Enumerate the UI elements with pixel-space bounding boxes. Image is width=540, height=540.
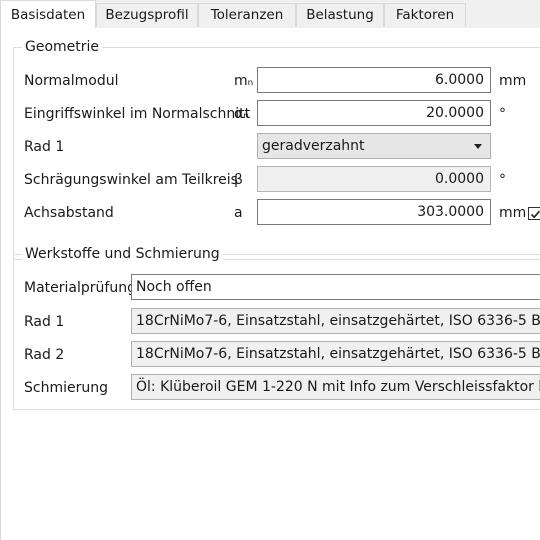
tab-bezugsprofil[interactable]: Bezugsprofil: [96, 3, 198, 27]
eingriffswinkel-unit: °: [499, 106, 506, 122]
rad1-verzahnung-select[interactable]: geradverzahnt: [257, 133, 491, 159]
werkstoffe-group-title: Werkstoffe und Schmierung: [22, 245, 223, 263]
normalmodul-unit: mm: [499, 73, 527, 89]
normalmodul-input[interactable]: 6.0000: [257, 67, 491, 93]
schraegungswinkel-input: 0.0000: [257, 166, 491, 192]
eingriffswinkel-input[interactable]: 20.0000: [257, 100, 491, 126]
achsabstand-symbol: a: [234, 205, 243, 221]
schraegungswinkel-label: Schrägungswinkel am Teilkreis: [24, 172, 238, 188]
tab-basisdaten[interactable]: Basisdaten: [0, 0, 96, 29]
werkstoff-rad1-field[interactable]: 18CrNiMo7-6, Einsatzstahl, einsatzgehärt…: [131, 308, 540, 334]
schmierung-label: Schmierung: [24, 380, 108, 396]
geometrie-group-title: Geometrie: [22, 38, 103, 56]
tab-toleranzen[interactable]: Toleranzen: [198, 3, 296, 27]
achsabstand-input[interactable]: 303.0000: [257, 199, 491, 225]
rad1-verzahnung-label: Rad 1: [24, 139, 65, 155]
normalmodul-symbol: mₙ: [234, 73, 254, 89]
tab-bar: Basisdaten Bezugsprofil Toleranzen Belas…: [0, 0, 540, 29]
schraegungswinkel-unit: °: [499, 172, 506, 188]
rad1-verzahnung-value: geradverzahnt: [262, 138, 365, 154]
chevron-down-icon: [474, 144, 482, 149]
tab-belastung[interactable]: Belastung: [296, 3, 384, 27]
basisdaten-panel: Geometrie Normalmodul mₙ 6.0000 mm Eingr…: [0, 28, 540, 540]
materialpruefung-label: Materialprüfung: [24, 280, 136, 296]
normalmodul-label: Normalmodul: [24, 73, 119, 89]
schraegungswinkel-symbol: β: [234, 172, 243, 188]
achsabstand-label: Achsabstand: [24, 205, 114, 221]
werkstoff-rad2-label: Rad 2: [24, 347, 65, 363]
checkmark-icon: [530, 210, 540, 219]
eingriffswinkel-label: Eingriffswinkel im Normalschnitt: [24, 106, 251, 122]
achsabstand-unit: mm: [499, 205, 527, 221]
achsabstand-checkbox[interactable]: [528, 207, 540, 220]
materialpruefung-input[interactable]: Noch offen: [131, 274, 540, 300]
werkstoff-rad2-field[interactable]: 18CrNiMo7-6, Einsatzstahl, einsatzgehärt…: [131, 341, 540, 367]
tab-faktoren[interactable]: Faktoren: [384, 3, 466, 27]
eingriffswinkel-symbol: αₙ: [234, 106, 249, 122]
schmierung-field[interactable]: Öl: Klüberoil GEM 1-220 N mit Info zum V…: [131, 374, 540, 400]
werkstoff-rad1-label: Rad 1: [24, 314, 65, 330]
